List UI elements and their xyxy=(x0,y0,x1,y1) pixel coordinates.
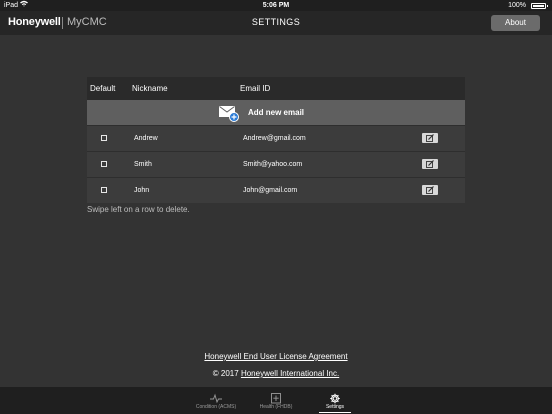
email-table: Default Nickname Email ID Add new email … xyxy=(87,77,465,203)
active-tab-indicator xyxy=(319,412,351,413)
tab-label: Settings xyxy=(325,404,345,410)
header-email: Email ID xyxy=(240,84,271,93)
pulse-icon xyxy=(210,391,222,404)
battery-percent: 100% xyxy=(508,2,526,9)
company-link[interactable]: Honeywell International Inc. xyxy=(241,369,339,378)
tab-label: Health (FHDB) xyxy=(259,404,293,410)
table-row[interactable]: Andrew Andrew@gmail.com xyxy=(87,125,465,151)
copyright-line: © 2017 Honeywell International Inc. xyxy=(0,369,552,378)
table-row[interactable]: Smith Smith@yahoo.com xyxy=(87,151,465,177)
status-time: 5:06 PM xyxy=(262,2,290,9)
about-button[interactable]: About xyxy=(491,15,540,31)
status-bar: iPad 5:06 PM 100% xyxy=(0,0,552,11)
header-default: Default xyxy=(90,84,116,93)
row-email: Andrew@gmail.com xyxy=(243,135,306,142)
battery-icon xyxy=(531,3,548,9)
default-checkbox[interactable] xyxy=(101,187,107,193)
tab-bar: Condition (ACMS) Health (FHDB) Settings xyxy=(0,387,552,414)
add-email-label: Add new email xyxy=(248,108,305,117)
edit-icon[interactable] xyxy=(422,133,438,143)
table-row[interactable]: John John@gmail.com xyxy=(87,177,465,203)
row-nickname: Andrew xyxy=(134,135,158,142)
copyright-prefix: © 2017 xyxy=(212,369,239,378)
row-email: Smith@yahoo.com xyxy=(243,161,303,168)
eula-line: Honeywell End User License Agreement xyxy=(0,352,552,361)
row-nickname: Smith xyxy=(134,161,152,168)
default-checkbox[interactable] xyxy=(101,135,107,141)
tab-condition[interactable]: Condition (ACMS) xyxy=(186,387,246,414)
edit-icon[interactable] xyxy=(422,159,438,169)
nav-bar: Honeywell MyCMC SETTINGS About xyxy=(0,11,552,35)
page-title: SETTINGS xyxy=(251,17,301,27)
row-nickname: John xyxy=(134,187,150,194)
row-email: John@gmail.com xyxy=(243,187,298,194)
gear-icon xyxy=(329,391,341,404)
swipe-hint: Swipe left on a row to delete. xyxy=(87,205,190,214)
edit-icon[interactable] xyxy=(422,185,438,195)
tab-label: Condition (ACMS) xyxy=(195,404,237,410)
tab-settings[interactable]: Settings xyxy=(305,387,365,414)
add-mail-icon xyxy=(219,105,239,122)
table-header: Default Nickname Email ID xyxy=(87,77,465,100)
tab-health[interactable]: Health (FHDB) xyxy=(246,387,306,414)
eula-link[interactable]: Honeywell End User License Agreement xyxy=(204,352,347,361)
default-checkbox[interactable] xyxy=(101,161,107,167)
header-nickname: Nickname xyxy=(132,84,168,93)
add-email-row[interactable]: Add new email xyxy=(87,100,465,125)
health-plus-icon xyxy=(270,391,282,404)
